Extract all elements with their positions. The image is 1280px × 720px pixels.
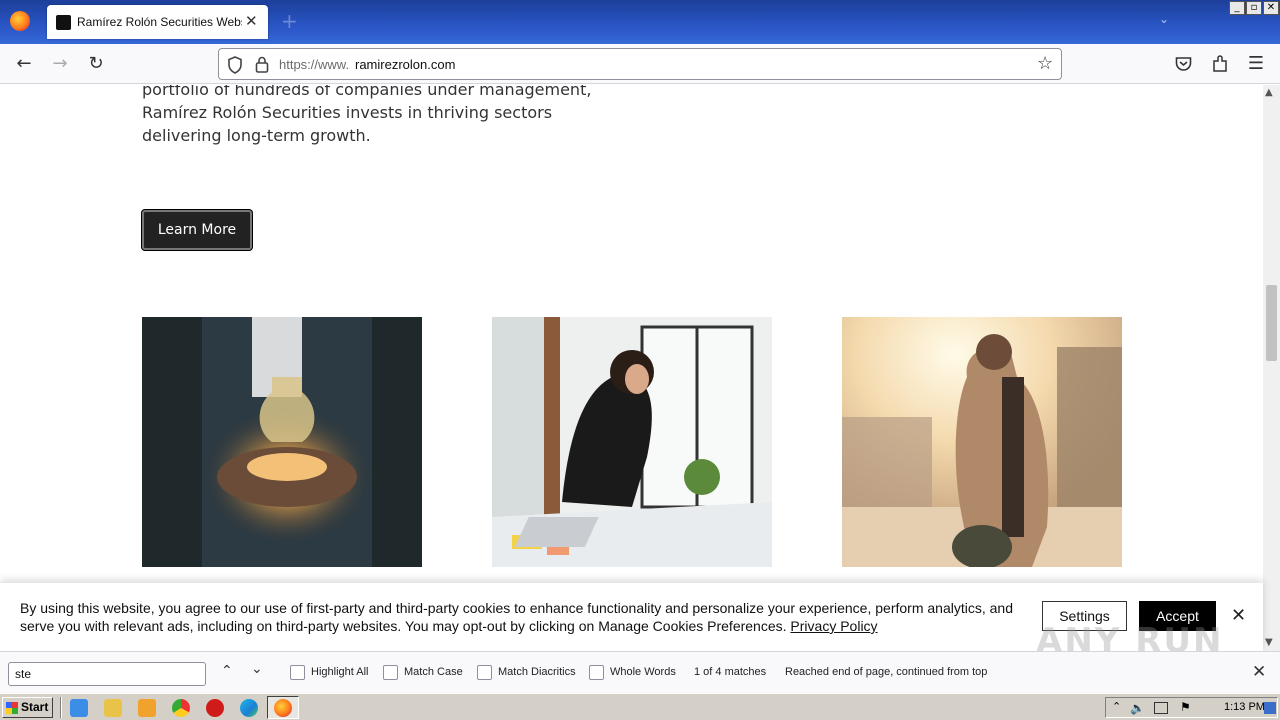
hamburger-menu-icon[interactable]: ☰ bbox=[1244, 53, 1268, 74]
media-player-icon[interactable] bbox=[138, 699, 156, 717]
find-bar: ste ⌃ ⌄ Highlight All Match Case Match D… bbox=[0, 651, 1280, 693]
network-icon[interactable] bbox=[1154, 702, 1168, 714]
url-protocol: https://www. bbox=[279, 57, 350, 72]
taskbar-clock[interactable]: 1:13 PM bbox=[1224, 701, 1265, 713]
highlight-all-label[interactable]: Highlight All bbox=[311, 666, 368, 678]
match-diacritics-label[interactable]: Match Diacritics bbox=[498, 666, 576, 678]
match-case-label[interactable]: Match Case bbox=[404, 666, 463, 678]
taskbar-divider bbox=[60, 697, 62, 718]
cookie-message: By using this website, you agree to our … bbox=[20, 599, 1020, 635]
match-count: 1 of 4 matches bbox=[694, 666, 767, 678]
window-close-button[interactable]: ✕ bbox=[1263, 1, 1279, 15]
intro-paragraph: portfolio of hundreds of companies under… bbox=[142, 85, 602, 147]
minimize-button[interactable]: _ bbox=[1229, 1, 1245, 15]
pocket-icon[interactable] bbox=[1175, 56, 1192, 72]
system-tray: ⌃ 🔈 ⚑ 1:13 PM bbox=[1105, 697, 1278, 718]
firefox-icon bbox=[274, 699, 292, 717]
back-icon[interactable]: ← bbox=[12, 53, 36, 74]
whole-words-checkbox[interactable] bbox=[589, 665, 604, 680]
match-case-checkbox[interactable] bbox=[383, 665, 398, 680]
shield-icon[interactable] bbox=[227, 56, 243, 74]
extensions-icon[interactable] bbox=[1211, 55, 1229, 73]
opera-icon[interactable] bbox=[206, 699, 224, 717]
forward-icon[interactable]: → bbox=[48, 53, 72, 74]
find-input[interactable]: ste bbox=[8, 662, 206, 686]
edge-icon[interactable] bbox=[240, 699, 258, 717]
tab-strip: Ramírez Rolón Securities Website | ✕ + ⌄… bbox=[0, 0, 1280, 44]
windows-taskbar: Start ⌃ 🔈 ⚑ 1:13 PM bbox=[0, 693, 1280, 720]
whole-words-label[interactable]: Whole Words bbox=[610, 666, 676, 678]
chrome-icon[interactable] bbox=[172, 699, 190, 717]
scroll-down-icon[interactable]: ▼ bbox=[1265, 637, 1273, 648]
firefox-taskbar-button[interactable] bbox=[267, 696, 299, 719]
highlight-all-checkbox[interactable] bbox=[290, 665, 305, 680]
site-favicon-icon bbox=[56, 15, 71, 30]
browser-tab[interactable]: Ramírez Rolón Securities Website | ✕ bbox=[47, 5, 268, 39]
volume-icon[interactable]: 🔈 bbox=[1130, 701, 1145, 715]
intro-line: Ramírez Rolón Securities invests in thri… bbox=[142, 103, 553, 122]
cookie-close-icon[interactable]: ✕ bbox=[1231, 605, 1246, 626]
address-bar[interactable]: https://www. ramirezrolon.com ☆ bbox=[218, 48, 1062, 80]
scroll-up-icon[interactable]: ▲ bbox=[1265, 87, 1273, 98]
folder-icon[interactable] bbox=[104, 699, 122, 717]
vertical-scrollbar[interactable]: ▲ ▼ bbox=[1263, 85, 1280, 651]
url-host: ramirezrolon.com bbox=[355, 57, 456, 72]
flag-icon[interactable]: ⚑ bbox=[1180, 700, 1191, 714]
restore-button[interactable]: ▫ bbox=[1246, 1, 1262, 15]
firefox-menu-icon[interactable] bbox=[10, 11, 30, 31]
find-status: Reached end of page, continued from top bbox=[785, 666, 988, 678]
show-desktop-icon[interactable] bbox=[1264, 702, 1276, 714]
find-close-icon[interactable]: ✕ bbox=[1252, 662, 1266, 682]
ie-icon[interactable] bbox=[70, 699, 88, 717]
new-tab-icon[interactable]: + bbox=[281, 9, 298, 33]
learn-more-button[interactable]: Learn More bbox=[142, 210, 252, 250]
match-diacritics-checkbox[interactable] bbox=[477, 665, 492, 680]
list-all-tabs-icon[interactable]: ⌄ bbox=[1159, 12, 1169, 26]
navigation-toolbar: ← → ↻ https://www. ramirezrolon.com ☆ ☰ bbox=[0, 44, 1280, 84]
windows-logo-icon bbox=[6, 702, 18, 714]
man-walking-sunset-photo bbox=[842, 317, 1122, 567]
lightbulb-hands-photo bbox=[142, 317, 422, 567]
web-page: portfolio of hundreds of companies under… bbox=[0, 85, 1263, 651]
intro-line: portfolio of hundreds of companies under… bbox=[142, 85, 592, 99]
tray-expand-icon[interactable]: ⌃ bbox=[1112, 700, 1121, 713]
find-previous-icon[interactable]: ⌃ bbox=[221, 663, 233, 679]
privacy-policy-link[interactable]: Privacy Policy bbox=[790, 618, 877, 634]
tab-title: Ramírez Rolón Securities Website | bbox=[77, 15, 242, 29]
start-label: Start bbox=[21, 700, 49, 714]
woman-at-laptop-photo bbox=[492, 317, 772, 567]
scrollbar-thumb[interactable] bbox=[1266, 285, 1277, 361]
find-next-icon[interactable]: ⌄ bbox=[251, 661, 263, 677]
lock-icon[interactable] bbox=[255, 56, 269, 73]
bookmark-star-icon[interactable]: ☆ bbox=[1037, 53, 1053, 74]
tab-close-icon[interactable]: ✕ bbox=[245, 12, 258, 30]
intro-line: delivering long-term growth. bbox=[142, 126, 371, 145]
start-button[interactable]: Start bbox=[2, 697, 53, 718]
cookie-banner: By using this website, you agree to our … bbox=[0, 583, 1263, 661]
reload-icon[interactable]: ↻ bbox=[84, 53, 108, 74]
